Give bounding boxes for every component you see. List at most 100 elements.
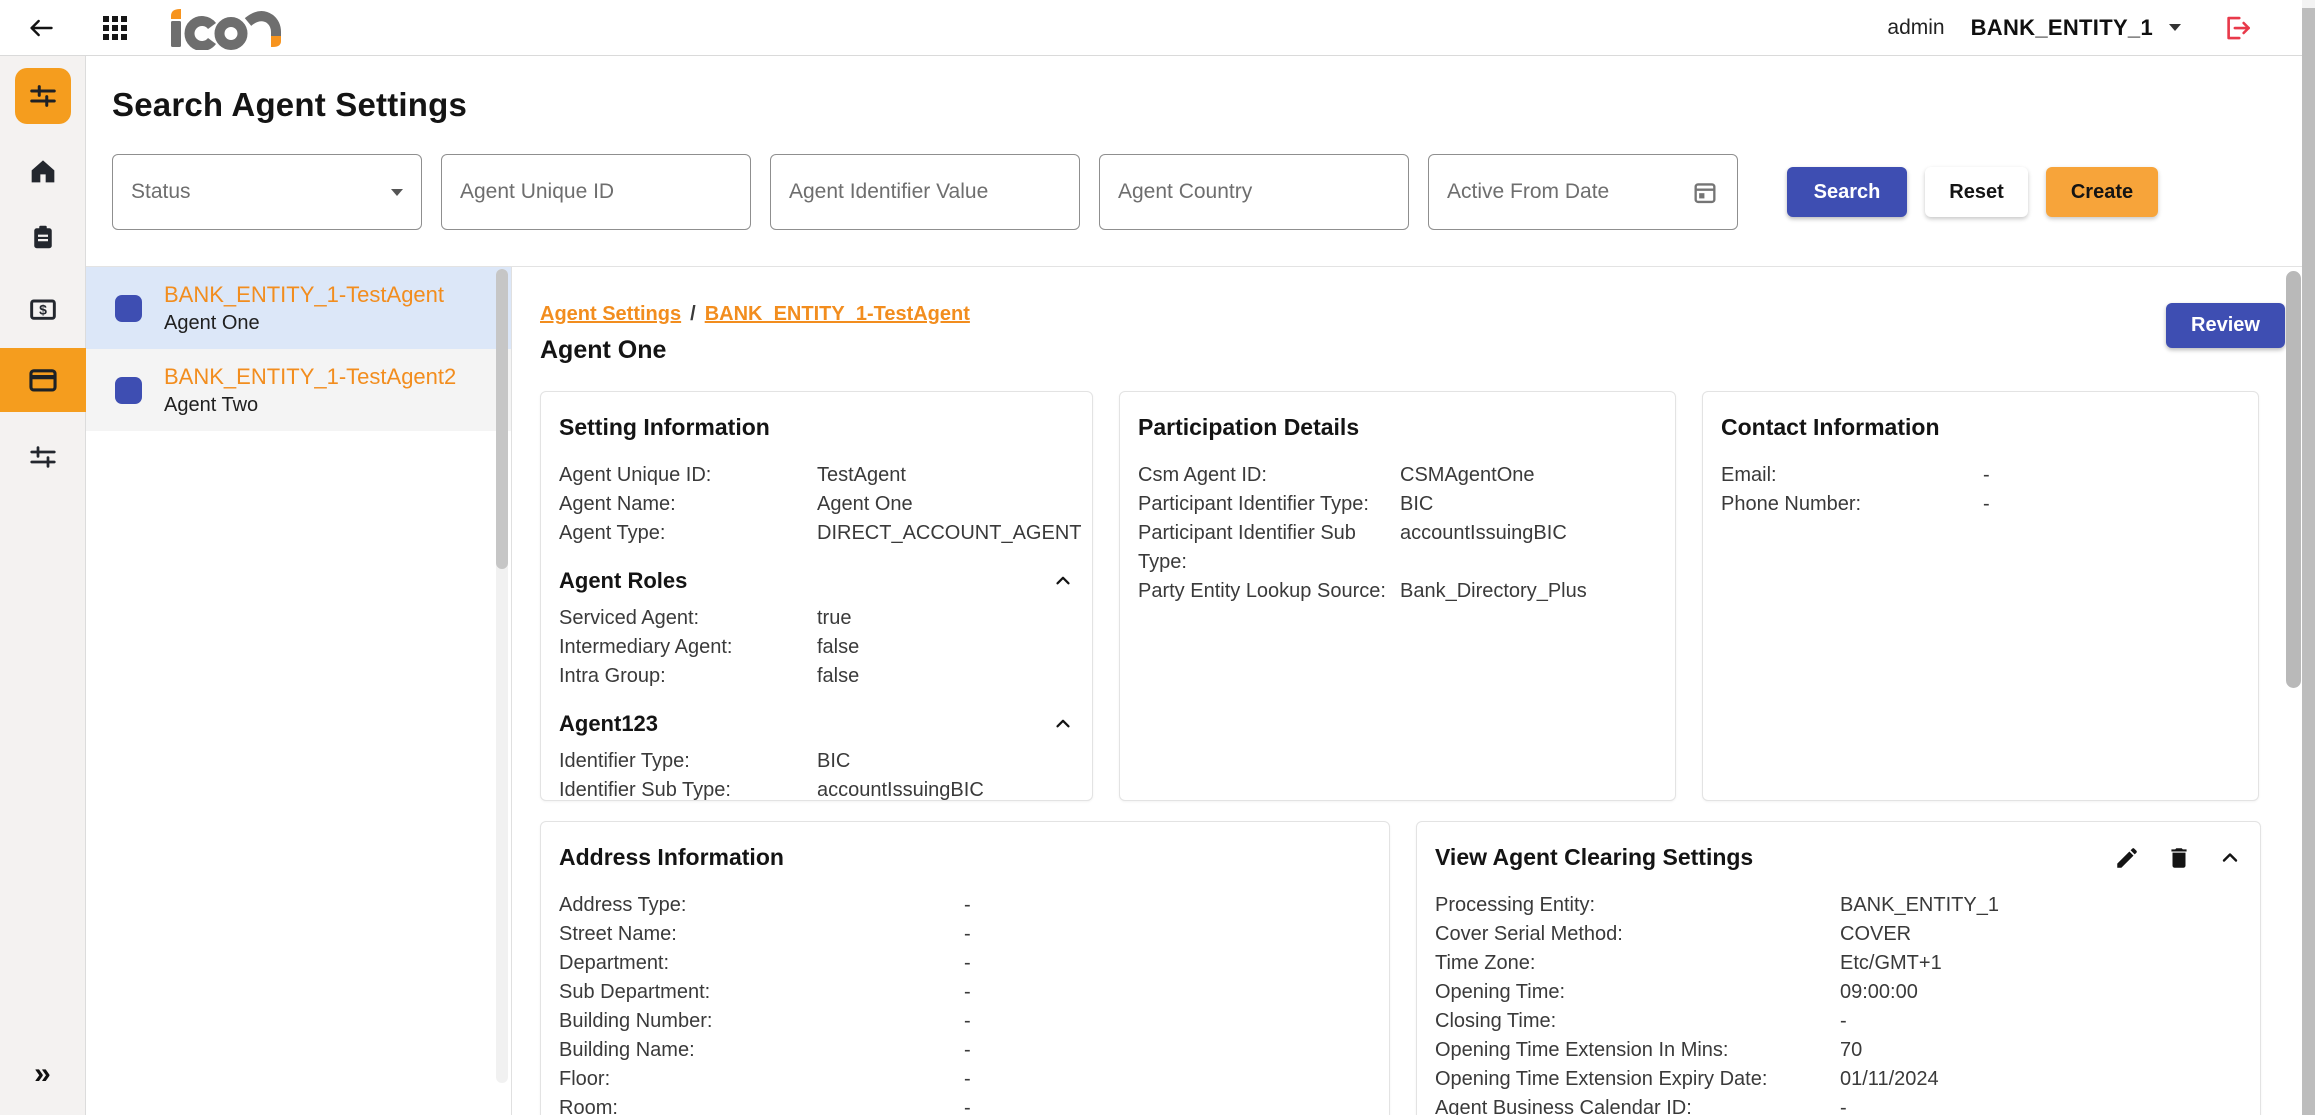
cards-row-2: Address Information Address Type:-Street…: [540, 821, 2285, 1115]
layout: $ » Search Agent Settings Status Agent U…: [0, 56, 2315, 1115]
billing-icon: $: [27, 293, 59, 325]
detail-heading: Agent Settings/BANK_ENTITY_1-TestAgent A…: [540, 303, 970, 365]
field-value: -: [964, 1036, 1371, 1065]
field-row: Agent Type:DIRECT_ACCOUNT_AGENT: [559, 519, 1074, 548]
sidebar-item-settings[interactable]: [24, 438, 62, 476]
field-label: Building Name:: [559, 1036, 964, 1065]
agent-list-item[interactable]: BANK_ENTITY_1-TestAgent2Agent Two: [86, 349, 511, 431]
collapse-button[interactable]: [2218, 846, 2242, 870]
card-rows: Identifier Type:BICIdentifier Sub Type:a…: [559, 747, 1074, 801]
field-label: Csm Agent ID:: [1138, 461, 1400, 490]
collapse-button[interactable]: [1052, 570, 1074, 592]
chevron-up-icon: [2218, 846, 2242, 870]
field-value: -: [964, 891, 1371, 920]
field-value: -: [964, 1065, 1371, 1094]
section-title: Agent123: [559, 711, 658, 737]
agent-swatch-icon: [115, 377, 142, 404]
card-title: Contact Information: [1721, 414, 2240, 441]
agent-name: Agent One: [164, 312, 444, 335]
sidebar-item-billing[interactable]: $: [24, 290, 62, 328]
search-panel: Search Agent Settings Status Agent Uniqu…: [86, 56, 2315, 267]
home-icon: [27, 155, 59, 187]
field-row: Phone Number:-: [1721, 490, 2240, 519]
field-label: Sub Department:: [559, 978, 964, 1007]
field-label: Phone Number:: [1721, 490, 1983, 519]
agent-list-item[interactable]: BANK_ENTITY_1-TestAgent Agent One: [86, 267, 511, 349]
section-header: Agent Roles: [559, 568, 1074, 594]
field-row: Floor:-: [559, 1065, 1371, 1094]
active-from-date-input[interactable]: Active From Date: [1428, 154, 1738, 230]
contact-information-card: Contact Information Email:-Phone Number:…: [1702, 391, 2259, 801]
field-row: Sub Department:-: [559, 978, 1371, 1007]
breadcrumb-link[interactable]: Agent Settings: [540, 303, 681, 325]
logout-button[interactable]: [2221, 11, 2255, 45]
list-scrollbar-thumb[interactable]: [496, 269, 508, 569]
card-rows: Email:-Phone Number:-: [1721, 461, 2240, 519]
card-title: View Agent Clearing Settings: [1435, 844, 2088, 871]
agent-id-link[interactable]: BANK_ENTITY_1-TestAgent: [164, 282, 444, 308]
collapse-button[interactable]: [1052, 713, 1074, 735]
field-label: Serviced Agent:: [559, 604, 817, 633]
field-label: Processing Entity:: [1435, 891, 1840, 920]
sidebar-item-agents-active[interactable]: [0, 348, 86, 412]
search-button[interactable]: Search: [1787, 167, 1907, 217]
field-value: DIRECT_ACCOUNT_AGENT: [817, 519, 1081, 548]
sidebar-item-tasks[interactable]: [24, 218, 62, 256]
setting-information-card: Setting Information Agent Unique ID:Test…: [540, 391, 1093, 801]
edit-button[interactable]: [2114, 845, 2140, 871]
agent-country-input[interactable]: Agent Country: [1099, 154, 1409, 230]
field-row: Cover Serial Method:COVER: [1435, 920, 2242, 949]
card-rows: Csm Agent ID:CSMAgentOne Participant Iden…: [1138, 461, 1657, 606]
delete-button[interactable]: [2166, 845, 2192, 871]
field-value: -: [964, 1094, 1371, 1115]
field-label: Identifier Type:: [559, 747, 817, 776]
apps-grid-icon[interactable]: [100, 13, 130, 43]
sidebar-item-agent-settings[interactable]: [15, 68, 71, 124]
field-value: BANK_ENTITY_1: [1840, 891, 2242, 920]
entity-selector[interactable]: BANK_ENTITY_1: [1971, 15, 2181, 41]
field-row: Street Name:-: [559, 920, 1371, 949]
participation-details-card: Participation Details Csm Agent ID:CSMAg…: [1119, 391, 1676, 801]
active-from-date-placeholder: Active From Date: [1447, 180, 1609, 204]
field-value: BIC: [817, 747, 1074, 776]
sidebar-expand-button[interactable]: »: [34, 1059, 51, 1089]
status-select[interactable]: Status: [112, 154, 422, 230]
agent-id-link[interactable]: BANK_ENTITY_1-TestAgent2: [164, 364, 456, 390]
sliders-icon: [28, 442, 58, 472]
create-button[interactable]: Create: [2046, 167, 2158, 217]
field-label: Opening Time:: [1435, 978, 1840, 1007]
field-label: Agent Unique ID:: [559, 461, 817, 490]
field-label: Intermediary Agent:: [559, 633, 817, 662]
field-row: Opening Time Extension In Mins:70: [1435, 1036, 2242, 1065]
field-value: BIC: [1400, 490, 1657, 519]
detail-scrollbar-thumb[interactable]: [2286, 271, 2301, 688]
card-title: Participation Details: [1138, 414, 1657, 441]
field-row: Agent Name:Agent One: [559, 490, 1074, 519]
page-scrollbar[interactable]: [2302, 0, 2315, 1115]
card-rows: Agent Unique ID:TestAgentAgent Name:Agen…: [559, 461, 1074, 548]
agent-list: BANK_ENTITY_1-TestAgentAgent OneBANK_ENT…: [86, 267, 512, 1115]
filter-row: Status Agent Unique ID Agent Identifier …: [112, 154, 2289, 230]
sidebar-item-home[interactable]: [24, 152, 62, 190]
field-row: Participant Identifier Sub Type:accountI…: [1138, 519, 1657, 577]
agent-unique-id-input[interactable]: Agent Unique ID: [441, 154, 751, 230]
field-row: Csm Agent ID:CSMAgentOne: [1138, 461, 1657, 490]
field-row: Closing Time:-: [1435, 1007, 2242, 1036]
field-row: Agent Unique ID:TestAgent: [559, 461, 1074, 490]
field-value: accountIssuingBIC: [817, 776, 1074, 801]
breadcrumb: Agent Settings/BANK_ENTITY_1-TestAgent: [540, 303, 970, 326]
reset-button[interactable]: Reset: [1925, 167, 2028, 217]
agent-identifier-value-placeholder: Agent Identifier Value: [789, 180, 988, 204]
clipboard-icon: [28, 222, 58, 252]
field-label: Email:: [1721, 461, 1983, 490]
agent-identifier-value-input[interactable]: Agent Identifier Value: [770, 154, 1080, 230]
back-button[interactable]: [24, 11, 58, 45]
field-row: Address Type:-: [559, 891, 1371, 920]
page-scrollbar-thumb[interactable]: [2302, 8, 2315, 1115]
card-title: Setting Information: [559, 414, 1074, 441]
field-value: 09:00:00: [1840, 978, 2242, 1007]
field-label: Cover Serial Method:: [1435, 920, 1840, 949]
field-row: Agent Business Calendar ID:-: [1435, 1094, 2242, 1115]
review-button[interactable]: Review: [2166, 303, 2285, 348]
breadcrumb-link[interactable]: BANK_ENTITY_1-TestAgent: [705, 303, 970, 325]
